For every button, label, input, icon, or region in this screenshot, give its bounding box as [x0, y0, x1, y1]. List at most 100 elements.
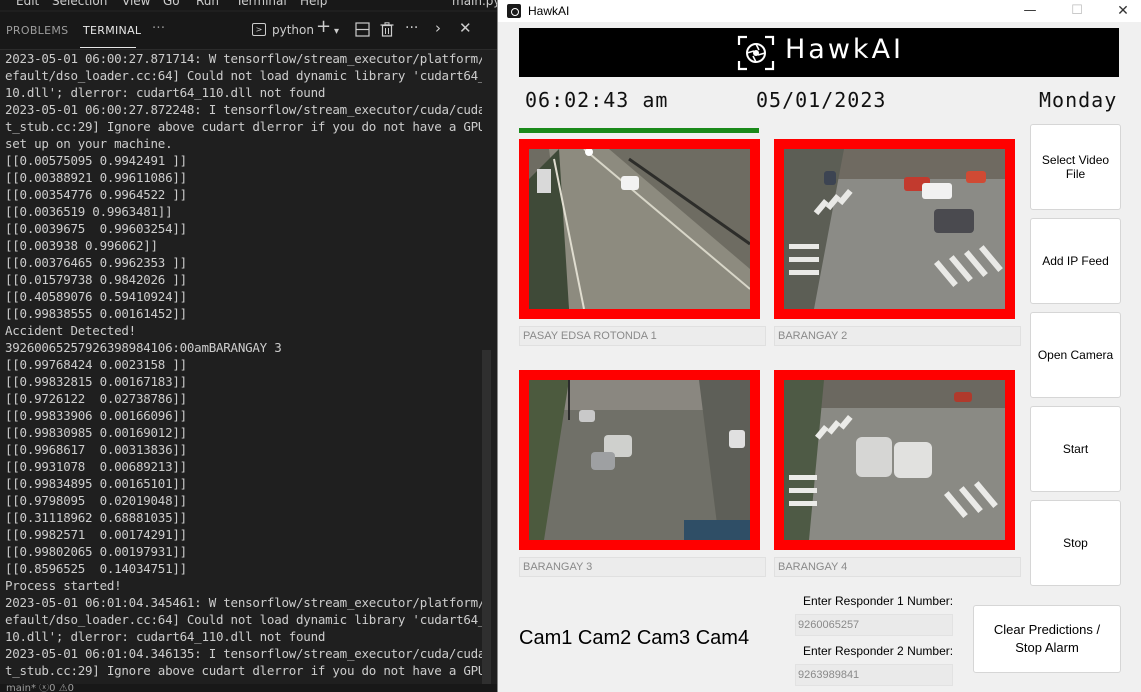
- terminal-output[interactable]: 2023-05-01 06:00:27.871714: W tensorflow…: [0, 50, 482, 684]
- split-terminal-icon[interactable]: [355, 22, 370, 41]
- more-tabs-icon[interactable]: ···: [152, 21, 165, 36]
- terminal-line: [[0.00354776 0.9964522 ]]: [5, 187, 187, 202]
- terminal-line: [[0.0039675 0.99603254]]: [5, 221, 187, 236]
- menu-selection[interactable]: Selection: [52, 0, 107, 8]
- close-panel-icon[interactable]: ✕: [459, 20, 472, 36]
- close-icon[interactable]: ✕: [1100, 1, 1141, 21]
- terminal-shell-icon: >: [252, 23, 266, 36]
- menu-bar: Edit Selection View Go Run Terminal Help…: [0, 0, 497, 10]
- menu-run[interactable]: Run: [196, 0, 219, 8]
- terminal-line: 10.dll'; dlerror: cudart64_110.dll not f…: [5, 629, 326, 644]
- terminal-line: 2023-05-01 06:00:27.871714: W tensorflow…: [5, 51, 482, 66]
- terminal-line: 2023-05-01 06:01:04.345461: W tensorflow…: [5, 595, 482, 610]
- menu-help[interactable]: Help: [300, 0, 327, 8]
- responder-2-input[interactable]: 9263989841: [795, 664, 953, 686]
- terminal-line: 2023-05-01 06:00:27.872248: I tensorflow…: [5, 102, 482, 117]
- terminal-line: 10.dll'; dlerror: cudart64_110.dll not f…: [5, 85, 326, 100]
- active-tab-indicator: [80, 47, 136, 48]
- feed-3-image: [529, 380, 750, 540]
- tab-terminal[interactable]: TERMINAL: [83, 24, 141, 37]
- terminal-line: [[0.00388921 0.99611086]]: [5, 170, 187, 185]
- chevron-right-icon[interactable]: ›: [435, 20, 441, 36]
- status-indicator-bar: [519, 128, 759, 133]
- title-bar: HawkAI — ☐ ✕: [498, 0, 1141, 22]
- camera-list-label: Cam1 Cam2 Cam3 Cam4: [519, 627, 750, 649]
- menu-go[interactable]: Go: [163, 0, 180, 8]
- clock-day: Monday: [1039, 88, 1118, 112]
- clear-button-line-1: Clear Predictions /: [993, 622, 1101, 637]
- feed-3-label: BARANGAY 3: [519, 557, 766, 577]
- terminal-line: [[0.9931078 0.00689213]]: [5, 459, 187, 474]
- terminal-line: [[0.8596525 0.14034751]]: [5, 561, 187, 576]
- window-title: HawkAI: [528, 4, 570, 18]
- more-actions-icon[interactable]: ···: [405, 20, 418, 36]
- camera-feed-4[interactable]: [774, 370, 1015, 550]
- terminal-line: [[0.99802065 0.00197931]]: [5, 544, 187, 559]
- terminal-line: [[0.003938 0.996062]]: [5, 238, 158, 253]
- feed-1-image: [529, 149, 750, 309]
- menu-terminal[interactable]: Terminal: [236, 0, 287, 8]
- maximize-icon[interactable]: ☐: [1054, 1, 1100, 21]
- terminal-line: [[0.99838555 0.00161452]]: [5, 306, 187, 321]
- camera-feed-1[interactable]: [519, 139, 760, 319]
- terminal-line: t_stub.cc:29] Ignore above cudart dlerro…: [5, 119, 482, 134]
- brand-banner: HawkAI: [519, 28, 1119, 77]
- feed-4-image: [784, 380, 1005, 540]
- feed-2-image: [784, 149, 1005, 309]
- menu-edit[interactable]: Edit: [16, 0, 39, 8]
- chevron-down-icon[interactable]: ▾: [334, 24, 339, 40]
- terminal-line: efault/dso_loader.cc:64] Could not load …: [5, 68, 482, 83]
- add-ip-feed-button[interactable]: Add IP Feed: [1030, 218, 1121, 304]
- app-icon: [507, 4, 521, 18]
- terminal-line: t_stub.cc:29] Ignore above cudart dlerro…: [5, 663, 482, 678]
- terminal-scrollbar[interactable]: [482, 350, 491, 686]
- trash-icon[interactable]: [380, 22, 394, 41]
- hawk-logo-icon: [737, 35, 775, 71]
- camera-feed-3[interactable]: [519, 370, 760, 550]
- open-camera-button[interactable]: Open Camera: [1030, 312, 1121, 398]
- vscode-status-bar: main* ⓧ0 ⚠0: [0, 684, 497, 692]
- hawkai-window: HawkAI — ☐ ✕ HawkAI 06:02:43 am 05/01/20…: [497, 0, 1141, 692]
- terminal-line: [[0.99830985 0.00169012]]: [5, 425, 187, 440]
- feed-2-label: BARANGAY 2: [774, 326, 1021, 346]
- terminal-line: [[0.00575095 0.9942491 ]]: [5, 153, 187, 168]
- new-terminal-plus-icon[interactable]: +: [316, 18, 331, 36]
- clock-date: 05/01/2023: [756, 88, 887, 112]
- feed-1-label: PASAY EDSA ROTONDA 1: [519, 326, 766, 346]
- editor-file-tab[interactable]: main.py: [452, 0, 497, 8]
- stop-button[interactable]: Stop: [1030, 500, 1121, 586]
- select-video-file-button[interactable]: Select Video File: [1030, 124, 1121, 210]
- terminal-line: [[0.99834895 0.00165101]]: [5, 476, 187, 491]
- brand-name: HawkAI: [785, 34, 904, 65]
- status-text[interactable]: main* ⓧ0 ⚠0: [6, 684, 74, 692]
- panel-tab-bar: PROBLEMS TERMINAL ··· > python + ▾ ··· ›…: [0, 12, 497, 50]
- terminal-line: [[0.01579738 0.9842026 ]]: [5, 272, 187, 287]
- clear-predictions-button[interactable]: Clear Predictions / Stop Alarm: [973, 605, 1121, 673]
- clock-time: 06:02:43 am: [525, 88, 669, 112]
- camera-feed-2[interactable]: [774, 139, 1015, 319]
- terminal-line: [[0.99832815 0.00167183]]: [5, 374, 187, 389]
- responder-1-input[interactable]: 9260065257: [795, 614, 953, 636]
- responder-1-label: Enter Responder 1 Number:: [803, 594, 954, 608]
- terminal-line: [[0.9726122 0.02738786]]: [5, 391, 187, 406]
- feed-4-label: BARANGAY 4: [774, 557, 1021, 577]
- terminal-shell-name[interactable]: python: [272, 23, 314, 37]
- terminal-line: [[0.31118962 0.68881035]]: [5, 510, 187, 525]
- terminal-line: Process started!: [5, 578, 122, 593]
- menu-view[interactable]: View: [122, 0, 150, 8]
- terminal-line: efault/dso_loader.cc:64] Could not load …: [5, 612, 482, 627]
- terminal-line: Accident Detected!: [5, 323, 136, 338]
- vscode-window: Edit Selection View Go Run Terminal Help…: [0, 0, 497, 692]
- terminal-line: [[0.0036519 0.9963481]]: [5, 204, 173, 219]
- terminal-line: [[0.99768424 0.0023158 ]]: [5, 357, 187, 372]
- terminal-line: 39260065257926398984106:00amBARANGAY 3: [5, 340, 282, 355]
- terminal-line: [[0.9968617 0.00313836]]: [5, 442, 187, 457]
- terminal-line: set up on your machine.: [5, 136, 173, 151]
- tab-problems[interactable]: PROBLEMS: [6, 24, 68, 37]
- minimize-icon[interactable]: —: [1007, 1, 1053, 21]
- terminal-line: 2023-05-01 06:01:04.346135: I tensorflow…: [5, 646, 482, 661]
- start-button[interactable]: Start: [1030, 406, 1121, 492]
- terminal-line: [[0.40589076 0.59410924]]: [5, 289, 187, 304]
- terminal-line: [[0.99833906 0.00166096]]: [5, 408, 187, 423]
- responder-2-label: Enter Responder 2 Number:: [803, 644, 954, 658]
